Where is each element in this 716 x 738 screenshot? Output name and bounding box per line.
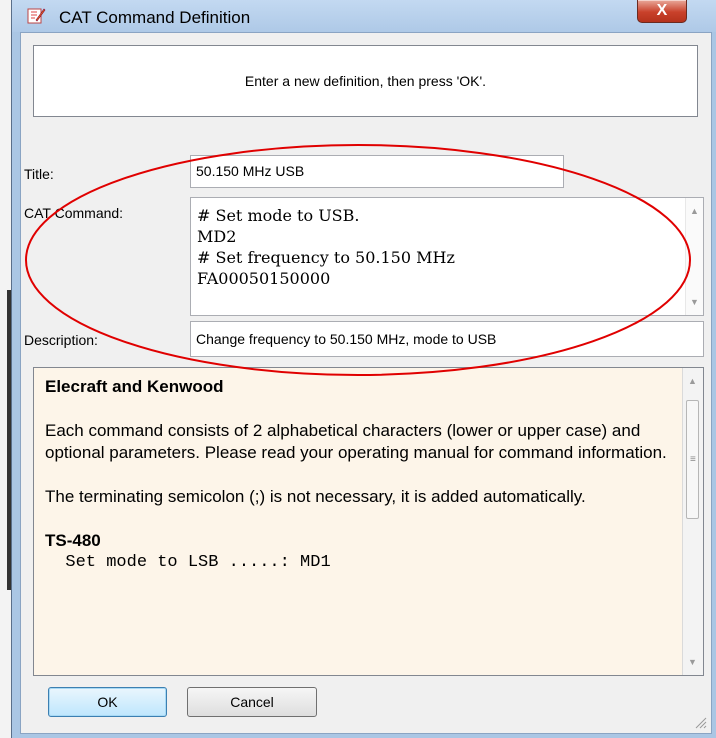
- help-model-heading: TS-480: [45, 531, 101, 550]
- help-heading: Elecraft and Kenwood: [45, 377, 224, 396]
- cat-command-text: # Set mode to USB. MD2 # Set frequency t…: [197, 205, 455, 289]
- title-bar[interactable]: CAT Command Definition X: [12, 0, 716, 32]
- help-paragraph: The terminating semicolon (;) is not nec…: [45, 487, 586, 506]
- resize-grip-icon[interactable]: [693, 715, 707, 729]
- close-button[interactable]: X: [637, 0, 687, 23]
- cat-command-textarea[interactable]: # Set mode to USB. MD2 # Set frequency t…: [190, 197, 704, 316]
- dialog-window: CAT Command Definition X Enter a new def…: [11, 0, 716, 738]
- grip-icon: ≡: [690, 454, 696, 465]
- title-input[interactable]: 50.150 MHz USB: [190, 155, 564, 188]
- cat-command-line: # Set frequency to 50.150 MHz: [197, 248, 455, 267]
- cat-command-line: # Set mode to USB.: [197, 206, 360, 225]
- help-example-line: Set mode to LSB .....: MD1: [45, 553, 331, 572]
- scroll-thumb[interactable]: ≡: [686, 400, 699, 519]
- cancel-button[interactable]: Cancel: [187, 687, 317, 717]
- help-panel: Elecraft and Kenwood Each command consis…: [33, 367, 704, 676]
- dialog-client-area: Enter a new definition, then press 'OK'.…: [20, 32, 712, 734]
- down-arrow-icon[interactable]: ▼: [690, 297, 699, 307]
- cat-command-line: FA00050150000: [197, 269, 331, 288]
- edit-pencil-icon: [27, 8, 46, 24]
- title-label: Title:: [24, 166, 54, 182]
- ok-button[interactable]: OK: [48, 687, 167, 717]
- close-icon: X: [656, 2, 668, 19]
- cat-command-label: CAT Command:: [24, 205, 124, 221]
- window-title: CAT Command Definition: [59, 8, 251, 27]
- up-arrow-icon[interactable]: ▲: [688, 376, 697, 386]
- cat-command-scrollbar[interactable]: ▲ ▼: [685, 198, 703, 315]
- description-label: Description:: [24, 332, 98, 348]
- down-arrow-icon[interactable]: ▼: [688, 657, 697, 667]
- help-content: Elecraft and Kenwood Each command consis…: [45, 376, 670, 574]
- help-scrollbar[interactable]: ▲ ≡ ▼: [682, 368, 703, 675]
- description-input[interactable]: Change frequency to 50.150 MHz, mode to …: [190, 321, 704, 357]
- background-strip: [0, 0, 11, 738]
- up-arrow-icon[interactable]: ▲: [690, 206, 699, 216]
- instruction-banner: Enter a new definition, then press 'OK'.: [33, 45, 698, 117]
- help-paragraph: Each command consists of 2 alphabetical …: [45, 421, 667, 462]
- cat-command-line: MD2: [197, 227, 237, 246]
